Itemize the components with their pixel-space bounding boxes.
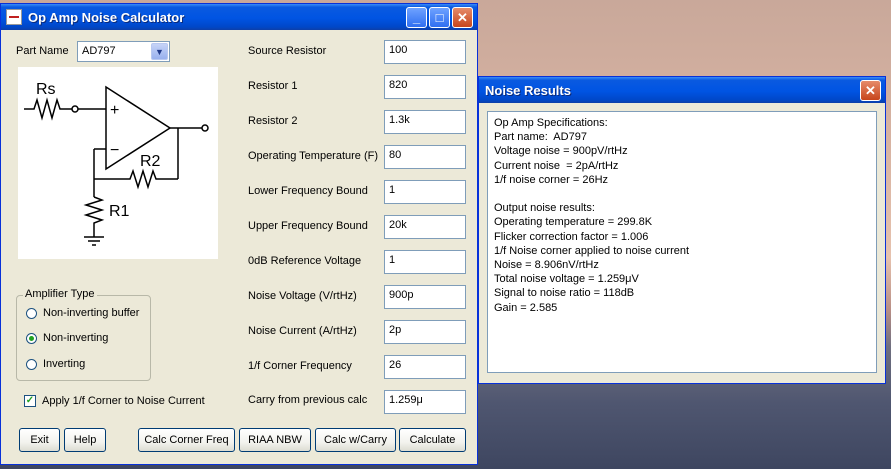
calc-with-carry-button[interactable]: Calc w/Carry [315, 428, 396, 452]
riaa-nbw-button[interactable]: RIAA NBW [239, 428, 311, 452]
field-label-carry: Carry from previous calc [248, 394, 368, 406]
chevron-down-icon[interactable]: ▼ [151, 43, 168, 60]
results-line: Total noise voltage = 1.259μV [494, 273, 639, 286]
field-label-reference-voltage: 0dB Reference Voltage [248, 255, 362, 267]
results-line: Part name: AD797 [494, 131, 587, 144]
title-bar[interactable]: Op Amp Noise Calculator _ □ ✕ [1, 4, 477, 30]
close-button[interactable]: ✕ [452, 7, 473, 28]
help-button[interactable]: Help [64, 428, 106, 452]
maximize-icon: □ [435, 10, 444, 25]
amplifier-type-legend: Amplifier Type [23, 288, 97, 300]
results-line: Op Amp Specifications: [494, 117, 608, 129]
op-amp-schematic: Rs + − R2 R1 [18, 67, 218, 259]
field-label-operating-temperature: Operating Temperature (F) [248, 150, 379, 162]
results-line: Voltage noise = 900pV/rtHz [494, 145, 628, 158]
field-label-lower-frequency: Lower Frequency Bound [248, 185, 368, 197]
radio-button[interactable] [26, 307, 37, 319]
noise-results-window: Noise Results ✕ Op Amp Specifications: P… [478, 76, 886, 384]
results-line: Current noise = 2pA/rtHz [494, 159, 619, 172]
resistor-1-input[interactable]: 820 [384, 75, 466, 99]
noise-current-input[interactable]: 2p [384, 320, 466, 344]
minus-sign: − [110, 142, 119, 159]
radio-label: Inverting [43, 358, 86, 370]
field-label-corner-frequency: 1/f Corner Frequency [248, 360, 352, 372]
apply-corner-checkbox[interactable]: ✓ [24, 395, 36, 407]
apply-corner-checkbox-row[interactable]: ✓ Apply 1/f Corner to Noise Current [24, 395, 205, 407]
part-name-value: AD797 [82, 45, 116, 57]
r1-label: R1 [109, 203, 130, 220]
radio-label: Non-inverting [43, 332, 109, 344]
radio-non-inverting[interactable]: Non-inverting [26, 332, 108, 344]
calculate-button[interactable]: Calculate [399, 428, 466, 452]
apply-corner-label: Apply 1/f Corner to Noise Current [42, 395, 205, 407]
radio-non-inverting-buffer[interactable]: Non-inverting buffer [26, 307, 139, 319]
r2-label: R2 [140, 153, 161, 170]
field-label-upper-frequency: Upper Frequency Bound [248, 220, 368, 232]
op-amp-calculator-window: Op Amp Noise Calculator _ □ ✕ Part Name … [0, 3, 478, 465]
source-resistor-input[interactable]: 100 [384, 40, 466, 64]
results-line: Flicker correction factor = 1.006 [494, 230, 649, 243]
rs-label: Rs [36, 81, 56, 98]
calc-corner-freq-button[interactable]: Calc Corner Freq [138, 428, 235, 452]
minimize-icon: _ [412, 10, 421, 25]
field-label-resistor-2: Resistor 2 [248, 115, 298, 127]
operating-temperature-input[interactable]: 80 [384, 145, 466, 169]
field-label-resistor-1: Resistor 1 [248, 80, 298, 92]
radio-inverting[interactable]: Inverting [26, 358, 85, 370]
results-line: Operating temperature = 299.8K [494, 216, 653, 229]
exit-button[interactable]: Exit [19, 428, 60, 452]
radio-button[interactable] [26, 358, 37, 370]
plus-sign: + [110, 102, 119, 119]
app-icon [6, 9, 22, 25]
results-line: Gain = 2.585 [494, 301, 558, 314]
reference-voltage-input[interactable]: 1 [384, 250, 466, 274]
part-name-label: Part Name [16, 45, 69, 57]
results-line: Signal to noise ratio = 118dB [494, 287, 635, 300]
results-line [494, 187, 870, 201]
results-text-area[interactable]: Op Amp Specifications: Part name: AD797 … [487, 111, 877, 373]
field-label-noise-current: Noise Current (A/rtHz) [248, 325, 357, 337]
results-line: 1/f Noise corner applied to noise curren… [494, 244, 690, 257]
results-line: 1/f noise corner = 26Hz [494, 173, 609, 186]
lower-frequency-input[interactable]: 1 [384, 180, 466, 204]
results-line: Noise = 8.906nV/rtHz [494, 259, 599, 272]
resistor-2-input[interactable]: 1.3k [384, 110, 466, 134]
part-name-select[interactable]: AD797 ▼ [77, 41, 170, 62]
noise-voltage-input[interactable]: 900p [384, 285, 466, 309]
radio-button-selected[interactable] [26, 332, 37, 344]
corner-frequency-input[interactable]: 26 [384, 355, 466, 379]
minimize-button[interactable]: _ [406, 7, 427, 28]
radio-label: Non-inverting buffer [43, 307, 140, 319]
field-label-source-resistor: Source Resistor [248, 45, 327, 57]
results-close-button[interactable]: ✕ [860, 80, 881, 101]
results-window-title: Noise Results [485, 82, 571, 98]
maximize-button[interactable]: □ [429, 7, 450, 28]
close-icon: ✕ [865, 82, 876, 98]
window-title: Op Amp Noise Calculator [28, 9, 185, 25]
carry-input[interactable]: 1.259μ [384, 390, 466, 414]
results-title-bar[interactable]: Noise Results ✕ [479, 77, 885, 103]
field-label-noise-voltage: Noise Voltage (V/rtHz) [248, 290, 357, 302]
results-line: Output noise results: [494, 202, 595, 215]
upper-frequency-input[interactable]: 20k [384, 215, 466, 239]
close-icon: ✕ [457, 9, 468, 25]
